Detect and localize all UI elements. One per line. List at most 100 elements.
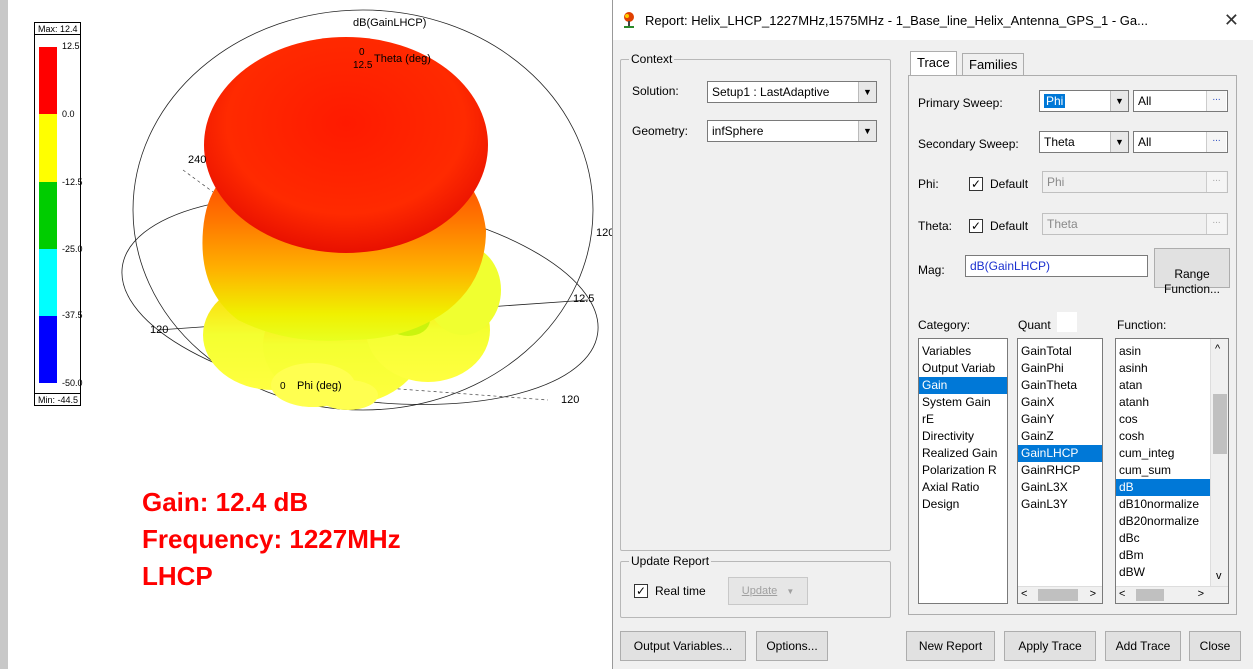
scroll-thumb[interactable] bbox=[1038, 589, 1078, 601]
ellipsis-button[interactable]: ... bbox=[1206, 172, 1226, 192]
list-item[interactable]: Variables bbox=[919, 343, 1007, 360]
theta-value-field[interactable]: Theta ... bbox=[1042, 213, 1228, 235]
list-item[interactable]: GainRHCP bbox=[1018, 462, 1102, 479]
scroll-up-icon[interactable]: ^ bbox=[1215, 343, 1220, 355]
function-vscroll[interactable]: ^ v bbox=[1210, 339, 1228, 586]
legend-tick: -50.0 bbox=[62, 378, 83, 388]
apply-trace-button[interactable]: Apply Trace bbox=[1004, 631, 1096, 661]
phi-default-checkbox[interactable]: ✓ bbox=[969, 177, 983, 191]
function-list[interactable]: asin asinh atan atanh cos cosh cum_integ… bbox=[1115, 338, 1229, 604]
ellipsis-button[interactable]: ... bbox=[1206, 91, 1226, 111]
quantity-list[interactable]: GainTotal GainPhi GainTheta GainX GainY … bbox=[1017, 338, 1103, 604]
add-trace-button[interactable]: Add Trace bbox=[1105, 631, 1181, 661]
tab-trace[interactable]: Trace bbox=[910, 51, 957, 75]
ellipsis-button[interactable]: ... bbox=[1206, 132, 1226, 152]
realtime-checkbox[interactable]: ✓ bbox=[634, 584, 648, 598]
quantity-hscroll[interactable]: < > bbox=[1018, 586, 1102, 603]
chevron-down-icon[interactable]: ▼ bbox=[1110, 91, 1128, 111]
close-button[interactable]: Close bbox=[1189, 631, 1241, 661]
dialog-titlebar[interactable]: Report: Helix_LHCP_1227MHz,1575MHz - 1_B… bbox=[613, 0, 1253, 40]
list-item[interactable]: cos bbox=[1116, 411, 1210, 428]
list-item[interactable]: Gain bbox=[919, 377, 1007, 394]
list-item[interactable]: Output Variab bbox=[919, 360, 1007, 377]
chevron-down-icon[interactable]: ▼ bbox=[1110, 132, 1128, 152]
label-120-left: 120 bbox=[150, 324, 168, 336]
list-item[interactable]: GainL3Y bbox=[1018, 496, 1102, 513]
phi-value-field[interactable]: Phi ... bbox=[1042, 171, 1228, 193]
list-item[interactable]: System Gain bbox=[919, 394, 1007, 411]
chevron-down-icon[interactable]: ▼ bbox=[858, 121, 876, 141]
plot-area[interactable]: 0 12.5 Theta (deg) 240 120 12.5 120 0 Ph… bbox=[0, 0, 614, 669]
list-item[interactable]: dB10normalize bbox=[1116, 496, 1210, 513]
chevron-down-icon: ▼ bbox=[786, 587, 795, 596]
scroll-right-icon[interactable]: > bbox=[1090, 588, 1096, 600]
tab-families[interactable]: Families bbox=[962, 53, 1025, 75]
scroll-down-icon[interactable]: v bbox=[1216, 570, 1222, 582]
list-item[interactable]: dBc bbox=[1116, 530, 1210, 547]
function-label: Function: bbox=[1117, 318, 1167, 332]
legend-band-yellow bbox=[39, 114, 57, 182]
chevron-down-icon[interactable]: ▼ bbox=[858, 82, 876, 102]
phi-value: Phi bbox=[1047, 175, 1065, 189]
label-theta-axis: Theta (deg) bbox=[374, 53, 431, 65]
tab-families-label: Families bbox=[969, 57, 1018, 72]
list-item[interactable]: atan bbox=[1116, 377, 1210, 394]
solution-select[interactable]: Setup1 : LastAdaptive ▼ bbox=[707, 81, 877, 103]
close-icon[interactable]: ✕ bbox=[1224, 10, 1239, 31]
geometry-select[interactable]: infSphere ▼ bbox=[707, 120, 877, 142]
list-item[interactable]: Design bbox=[919, 496, 1007, 513]
list-item[interactable]: Directivity bbox=[919, 428, 1007, 445]
theta-default-checkbox[interactable]: ✓ bbox=[969, 219, 983, 233]
list-item[interactable]: cum_sum bbox=[1116, 462, 1210, 479]
list-item[interactable]: cum_integ bbox=[1116, 445, 1210, 462]
list-item[interactable]: GainY bbox=[1018, 411, 1102, 428]
primary-sweep-range-value: All bbox=[1138, 94, 1152, 108]
theta-value: Theta bbox=[1047, 217, 1078, 231]
scroll-thumb[interactable] bbox=[1136, 589, 1164, 601]
list-item[interactable]: GainLHCP bbox=[1018, 445, 1102, 462]
ellipsis-button[interactable]: ... bbox=[1206, 214, 1226, 234]
list-item[interactable]: GainZ bbox=[1018, 428, 1102, 445]
primary-sweep-select[interactable]: Phi ▼ bbox=[1039, 90, 1129, 112]
function-hscroll[interactable]: < > bbox=[1116, 586, 1228, 603]
list-item[interactable]: Polarization R bbox=[919, 462, 1007, 479]
quantity-header-box bbox=[1057, 312, 1077, 332]
mag-value: dB(GainLHCP) bbox=[970, 259, 1051, 273]
update-report-legend: Update Report bbox=[629, 554, 712, 568]
list-item[interactable]: asin bbox=[1116, 343, 1210, 360]
close-label: Close bbox=[1199, 639, 1231, 653]
list-item[interactable]: GainX bbox=[1018, 394, 1102, 411]
list-item[interactable]: cosh bbox=[1116, 428, 1210, 445]
range-function-button[interactable]: Range Function... bbox=[1154, 248, 1230, 296]
add-trace-label: Add Trace bbox=[1115, 639, 1171, 653]
list-item[interactable]: dB bbox=[1116, 479, 1210, 496]
legend-band-red bbox=[39, 47, 57, 114]
secondary-sweep-range[interactable]: All ... bbox=[1133, 131, 1228, 153]
new-report-button[interactable]: New Report bbox=[906, 631, 995, 661]
list-item[interactable]: rE bbox=[919, 411, 1007, 428]
scroll-thumb[interactable] bbox=[1213, 394, 1227, 454]
category-list[interactable]: Variables Output Variab Gain System Gain… bbox=[918, 338, 1008, 604]
list-item[interactable]: asinh bbox=[1116, 360, 1210, 377]
list-item[interactable]: GainL3X bbox=[1018, 479, 1102, 496]
list-item[interactable]: Axial Ratio bbox=[919, 479, 1007, 496]
primary-sweep-range[interactable]: All ... bbox=[1133, 90, 1228, 112]
secondary-sweep-label: Secondary Sweep: bbox=[918, 137, 1019, 151]
solution-label: Solution: bbox=[632, 84, 679, 98]
secondary-sweep-select[interactable]: Theta ▼ bbox=[1039, 131, 1129, 153]
list-item[interactable]: dBm bbox=[1116, 547, 1210, 564]
list-item[interactable]: GainTheta bbox=[1018, 377, 1102, 394]
update-button[interactable]: Update ▼ bbox=[728, 577, 808, 605]
list-item[interactable]: GainPhi bbox=[1018, 360, 1102, 377]
mag-input[interactable]: dB(GainLHCP) bbox=[965, 255, 1148, 277]
list-item[interactable]: atanh bbox=[1116, 394, 1210, 411]
scroll-right-icon[interactable]: > bbox=[1198, 588, 1204, 600]
output-variables-button[interactable]: Output Variables... bbox=[620, 631, 746, 661]
scroll-left-icon[interactable]: < bbox=[1021, 588, 1027, 600]
list-item[interactable]: dB20normalize bbox=[1116, 513, 1210, 530]
list-item[interactable]: dBW bbox=[1116, 564, 1210, 581]
list-item[interactable]: Realized Gain bbox=[919, 445, 1007, 462]
list-item[interactable]: GainTotal bbox=[1018, 343, 1102, 360]
scroll-left-icon[interactable]: < bbox=[1119, 588, 1125, 600]
options-button[interactable]: Options... bbox=[756, 631, 828, 661]
